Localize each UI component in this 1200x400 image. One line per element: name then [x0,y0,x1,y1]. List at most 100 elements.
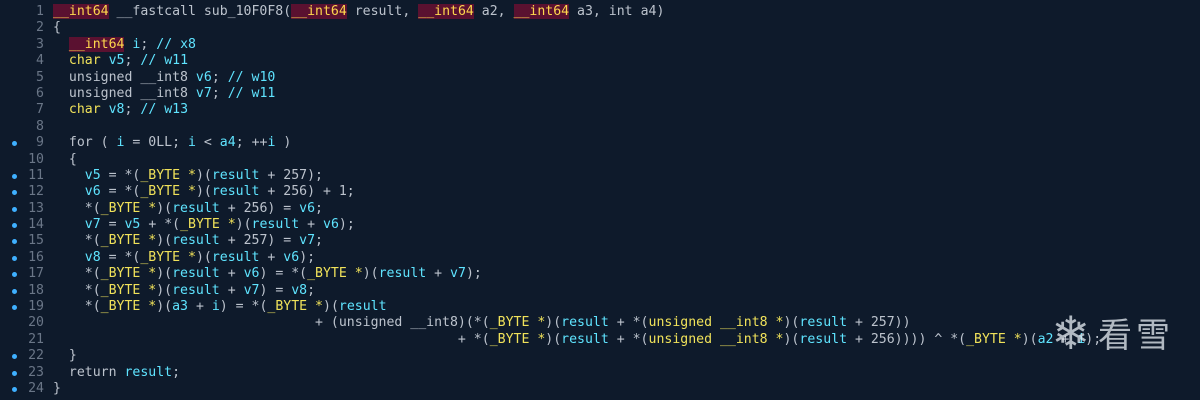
code-text[interactable]: for ( i = 0LL; i < a4; ++i ) [53,135,291,151]
code-line[interactable]: 20 + (unsigned __int8)(*(_BYTE *)(result… [0,315,1200,331]
code-token: + (unsigned __int8)(*( [53,315,490,331]
code-token: )( [362,266,379,282]
code-text[interactable]: v8 = *(_BYTE *)(result + v6); [53,250,315,266]
breakpoint-dot-icon[interactable] [12,190,17,196]
code-token: result [172,266,220,282]
code-text[interactable]: unsigned __int8 v7; // w11 [53,86,275,102]
code-line[interactable]: 6 unsigned __int8 v7; // w11 [0,86,1200,102]
code-token: )( [156,233,173,249]
code-token: _BYTE * [966,331,1022,347]
code-line[interactable]: 9 for ( i = 0LL; i < a4; ++i ) [0,135,1200,151]
code-text[interactable]: + *(_BYTE *)(result + *(unsigned __int8 … [53,332,1101,348]
breakpoint-dot-icon[interactable] [12,173,17,179]
code-line[interactable]: 8 [0,119,1200,135]
code-token: *( [53,282,101,298]
code-token: = *( [100,184,141,200]
code-token: ; [172,364,181,380]
breakpoint-dot-icon[interactable] [12,288,17,294]
breakpoint-dot-icon[interactable] [12,141,17,147]
code-token: v7 [195,85,212,101]
breakpoint-dot-icon[interactable] [12,239,17,245]
breakpoint-dot-icon[interactable] [12,272,17,278]
code-token: ; [140,36,157,52]
code-token: __int64 [53,4,109,19]
code-line[interactable]: 15 *(_BYTE *)(result + 257) = v7; [0,233,1200,249]
code-token: char [68,53,101,69]
code-token: )( [545,315,562,331]
line-number: 12 [28,184,44,200]
code-text[interactable]: return result; [53,365,180,381]
code-token: ); [465,266,482,282]
code-text[interactable]: v7 = v5 + *(_BYTE *)(result + v6); [53,217,355,233]
code-token: + 257)) [847,315,911,331]
code-text[interactable]: unsigned __int8 v6; // w10 [53,70,275,86]
code-token: } [53,380,61,396]
code-text[interactable]: *(_BYTE *)(result + v7) = v8; [53,283,315,299]
code-token: result [561,331,609,347]
breakpoint-dot-icon[interactable] [12,223,17,229]
code-line[interactable]: 18 *(_BYTE *)(result + v7) = v8; [0,283,1200,299]
code-line[interactable]: 7 char v8; // w13 [0,102,1200,118]
code-line[interactable]: 3 __int64 i; // x8 [0,36,1200,53]
code-text[interactable]: v6 = *(_BYTE *)(result + 256) + 1; [53,184,355,200]
code-token: + *( [140,217,181,233]
code-line[interactable]: 21 + *(_BYTE *)(result + *(unsigned __in… [0,332,1200,348]
code-line[interactable]: 12 v6 = *(_BYTE *)(result + 256) + 1; [0,184,1200,200]
pseudocode-editor[interactable]: 1 __int64 __fastcall sub_10F0F8(__int64 r… [0,0,1200,400]
code-token: *( [53,200,101,216]
code-line[interactable]: 16 v8 = *(_BYTE *)(result + v6); [0,250,1200,266]
code-text[interactable]: } [53,348,77,364]
code-line[interactable]: 11 v5 = *(_BYTE *)(result + 257); [0,168,1200,184]
line-number: 16 [28,249,44,265]
code-text[interactable]: char v8; // w13 [53,102,188,118]
code-token: < [195,135,220,151]
code-line[interactable]: 17 *(_BYTE *)(result + v6) = *(_BYTE *)(… [0,266,1200,282]
code-token: )( [156,299,173,315]
code-token: ) = *( [219,299,268,315]
breakpoint-dot-icon[interactable] [12,255,17,261]
snowflake-icon: ❄ [1051,305,1090,360]
code-text[interactable]: { [53,20,61,36]
line-number: 23 [28,364,44,380]
code-text[interactable]: *(_BYTE *)(result + 257) = v7; [53,233,323,249]
code-text[interactable]: char v5; // w11 [53,53,188,69]
code-text[interactable]: *(_BYTE *)(result + 256) = v6; [53,201,323,217]
code-token: _BYTE * [489,315,546,331]
code-line[interactable]: 10 { [0,152,1200,168]
code-line[interactable]: 24} [0,381,1200,397]
code-token: result [799,315,848,331]
code-text[interactable]: v5 = *(_BYTE *)(result + 257); [53,168,323,184]
code-text[interactable]: *(_BYTE *)(result + v6) = *(_BYTE *)(res… [53,266,482,282]
breakpoint-dot-icon[interactable] [12,354,17,360]
breakpoint-dot-icon[interactable] [12,386,17,392]
code-line[interactable]: 22 } [0,348,1200,364]
code-text[interactable]: } [53,381,61,397]
code-line[interactable]: 5 unsigned __int8 v6; // w10 [0,70,1200,86]
code-line[interactable]: 1 __int64 __fastcall sub_10F0F8(__int64 r… [0,4,1200,20]
code-token: ; [211,69,228,85]
code-line[interactable]: 14 v7 = v5 + *(_BYTE *)(result + v6); [0,217,1200,233]
code-line[interactable]: 23 return result; [0,365,1200,381]
code-text[interactable]: { [53,152,77,168]
code-token: // w11 [140,53,189,69]
watermark: ❄ 看雪 [1051,308,1174,357]
code-line[interactable]: 19 *(_BYTE *)(a3 + i) = *(_BYTE *)(resul… [0,299,1200,315]
code-line[interactable]: 2{ [0,20,1200,36]
code-text[interactable]: __int64 i; // x8 [53,36,196,53]
code-token: __int64 [68,36,125,52]
breakpoint-dot-icon[interactable] [12,206,17,212]
breakpoint-dot-icon[interactable] [12,370,17,376]
code-token: v7 [450,266,466,282]
code-line[interactable]: 13 *(_BYTE *)(result + 256) = v6; [0,201,1200,217]
code-token: + *( [608,331,649,347]
code-line[interactable]: 4 char v5; // w11 [0,53,1200,69]
breakpoint-dot-icon[interactable] [12,305,17,311]
code-token: result, [346,4,419,19]
code-text[interactable]: __int64 __fastcall sub_10F0F8(__int64 re… [53,4,664,20]
code-token: _BYTE * [140,184,196,200]
code-token: // x8 [156,36,196,52]
code-token: result [338,299,387,315]
code-text[interactable]: + (unsigned __int8)(*(_BYTE *)( result + … [53,315,911,331]
code-token: a2, [473,4,514,19]
code-text[interactable]: *(_BYTE *)(a3 + i) = *(_BYTE *)(result [53,299,387,315]
